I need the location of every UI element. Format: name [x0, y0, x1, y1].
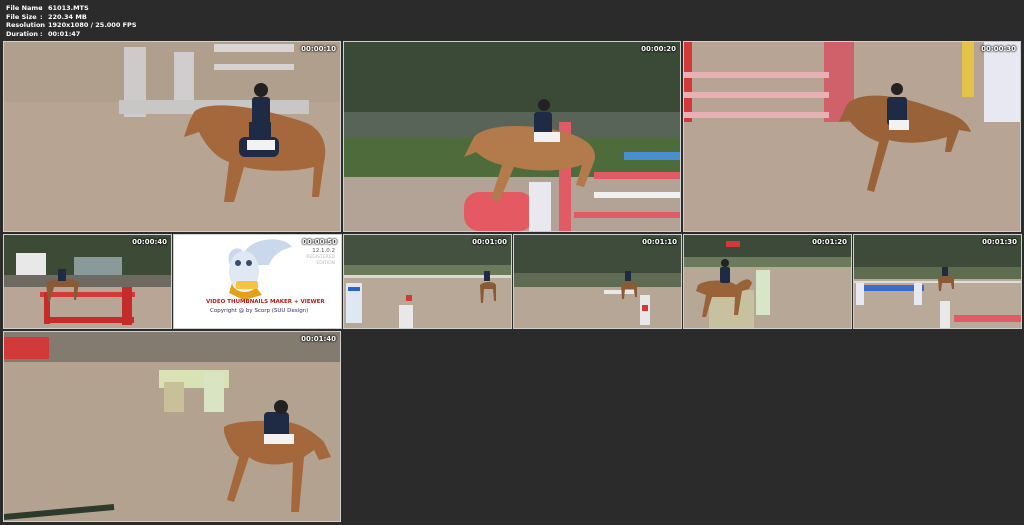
- logo-title-plus: +: [293, 299, 299, 305]
- timestamp: 00:00:10: [301, 45, 336, 53]
- horse-jump-scene: [684, 42, 1020, 231]
- timestamp: 00:01:30: [982, 238, 1017, 246]
- thumbnail-6[interactable]: 00:01:00: [343, 234, 512, 329]
- logo-title-part2: VIEWER: [300, 299, 325, 305]
- thumbnail-3[interactable]: 00:00:30: [683, 41, 1021, 232]
- file-size-value: 220.34 MB: [48, 12, 87, 21]
- logo-title-part1: VIDEO THUMBNAILS MAKER: [206, 299, 292, 305]
- timestamp: 00:01:00: [472, 238, 507, 246]
- horse-jump-scene: [4, 42, 340, 231]
- timestamp: 00:01:10: [642, 238, 677, 246]
- arena-scene: [344, 235, 511, 328]
- timestamp: 00:01:20: [812, 238, 847, 246]
- timestamp: 00:00:30: [981, 45, 1016, 53]
- thumbnail-9[interactable]: 00:01:30: [853, 234, 1022, 329]
- file-name-value: 61013.MTS: [48, 4, 89, 12]
- thumbnail-10[interactable]: 00:01:40: [3, 331, 341, 522]
- thumbnail-7[interactable]: 00:01:10: [513, 234, 682, 329]
- file-size-row: File Size:220.34 MB: [6, 13, 137, 22]
- separator: :: [40, 29, 43, 38]
- resolution-value: 1920x1080 / 25.000 FPS: [48, 21, 137, 29]
- version-label: 12.1.0.2: [312, 248, 335, 254]
- file-name-label: File Name: [6, 4, 43, 12]
- separator: :: [40, 4, 43, 12]
- separator: :: [40, 12, 43, 21]
- arena-scene: [684, 235, 851, 328]
- horse-jump-scene: [4, 332, 340, 521]
- thumbnail-1[interactable]: 00:00:10: [3, 41, 341, 232]
- edition-line-2: EDITION: [316, 261, 335, 266]
- resolution-row: Resolution: 1920x1080 / 25.000 FPS: [6, 21, 137, 30]
- separator: :: [40, 21, 43, 29]
- thumbnail-4[interactable]: 00:00:40: [3, 234, 172, 329]
- duration-label: Duration: [6, 29, 39, 38]
- resolution-label: Resolution: [6, 21, 46, 29]
- timestamp: 00:00:40: [132, 238, 167, 246]
- duration-row: Duration:00:01:47: [6, 30, 137, 39]
- horse-jump-scene: [344, 42, 680, 231]
- file-name-row: File Name: 61013.MTS: [6, 4, 137, 13]
- thumbnail-8[interactable]: 00:01:20: [683, 234, 852, 329]
- timestamp: 00:00:20: [641, 45, 676, 53]
- logo-title: VIDEO THUMBNAILS MAKER + VIEWER: [206, 299, 325, 305]
- arena-scene: [514, 235, 681, 328]
- duration-value: 00:01:47: [48, 29, 81, 38]
- logo-copyright: Copyright @ by Scorp (SUU Design): [210, 308, 309, 314]
- timestamp: 00:01:40: [301, 335, 336, 343]
- arena-scene: [4, 235, 171, 328]
- thumbnail-5-logo[interactable]: 12.1.0.2 REGISTERED EDITION VIDEO THUMBN…: [173, 234, 342, 329]
- file-info-header: File Name: 61013.MTS File Size:220.34 MB …: [6, 4, 137, 38]
- timestamp: 00:00:50: [302, 238, 337, 246]
- file-size-label: File Size: [6, 12, 37, 21]
- thumbnail-2[interactable]: 00:00:20: [343, 41, 681, 232]
- edition-label: REGISTERED EDITION: [306, 255, 335, 267]
- arena-scene: [854, 235, 1021, 328]
